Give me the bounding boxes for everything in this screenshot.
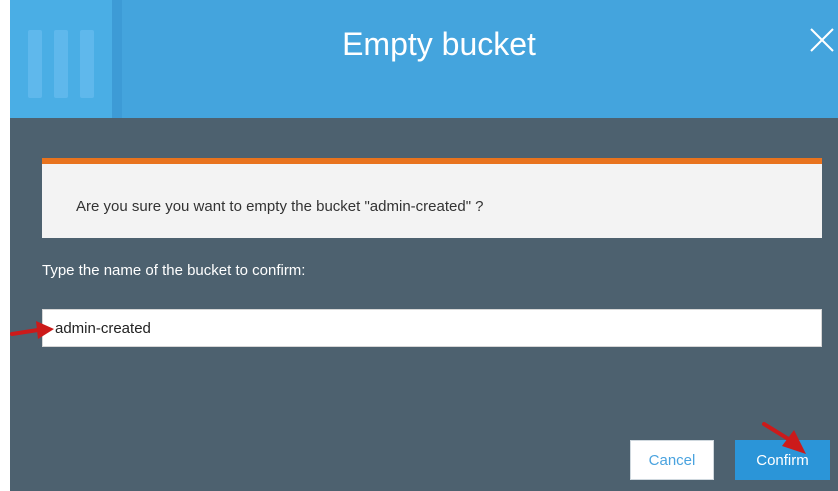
dialog-header: Empty bucket: [10, 0, 838, 118]
cancel-button[interactable]: Cancel: [630, 440, 714, 480]
confirm-instruction-label: Type the name of the bucket to confirm:: [42, 262, 306, 279]
empty-bucket-dialog: Empty bucket Are you sure you want to em…: [10, 0, 838, 491]
warning-text: Are you sure you want to empty the bucke…: [76, 198, 484, 215]
close-icon[interactable]: [806, 24, 838, 56]
warning-message-box: Are you sure you want to empty the bucke…: [42, 158, 822, 238]
bucket-name-input[interactable]: [42, 309, 822, 347]
confirm-button[interactable]: Confirm: [735, 440, 830, 480]
dialog-title: Empty bucket: [342, 26, 536, 62]
